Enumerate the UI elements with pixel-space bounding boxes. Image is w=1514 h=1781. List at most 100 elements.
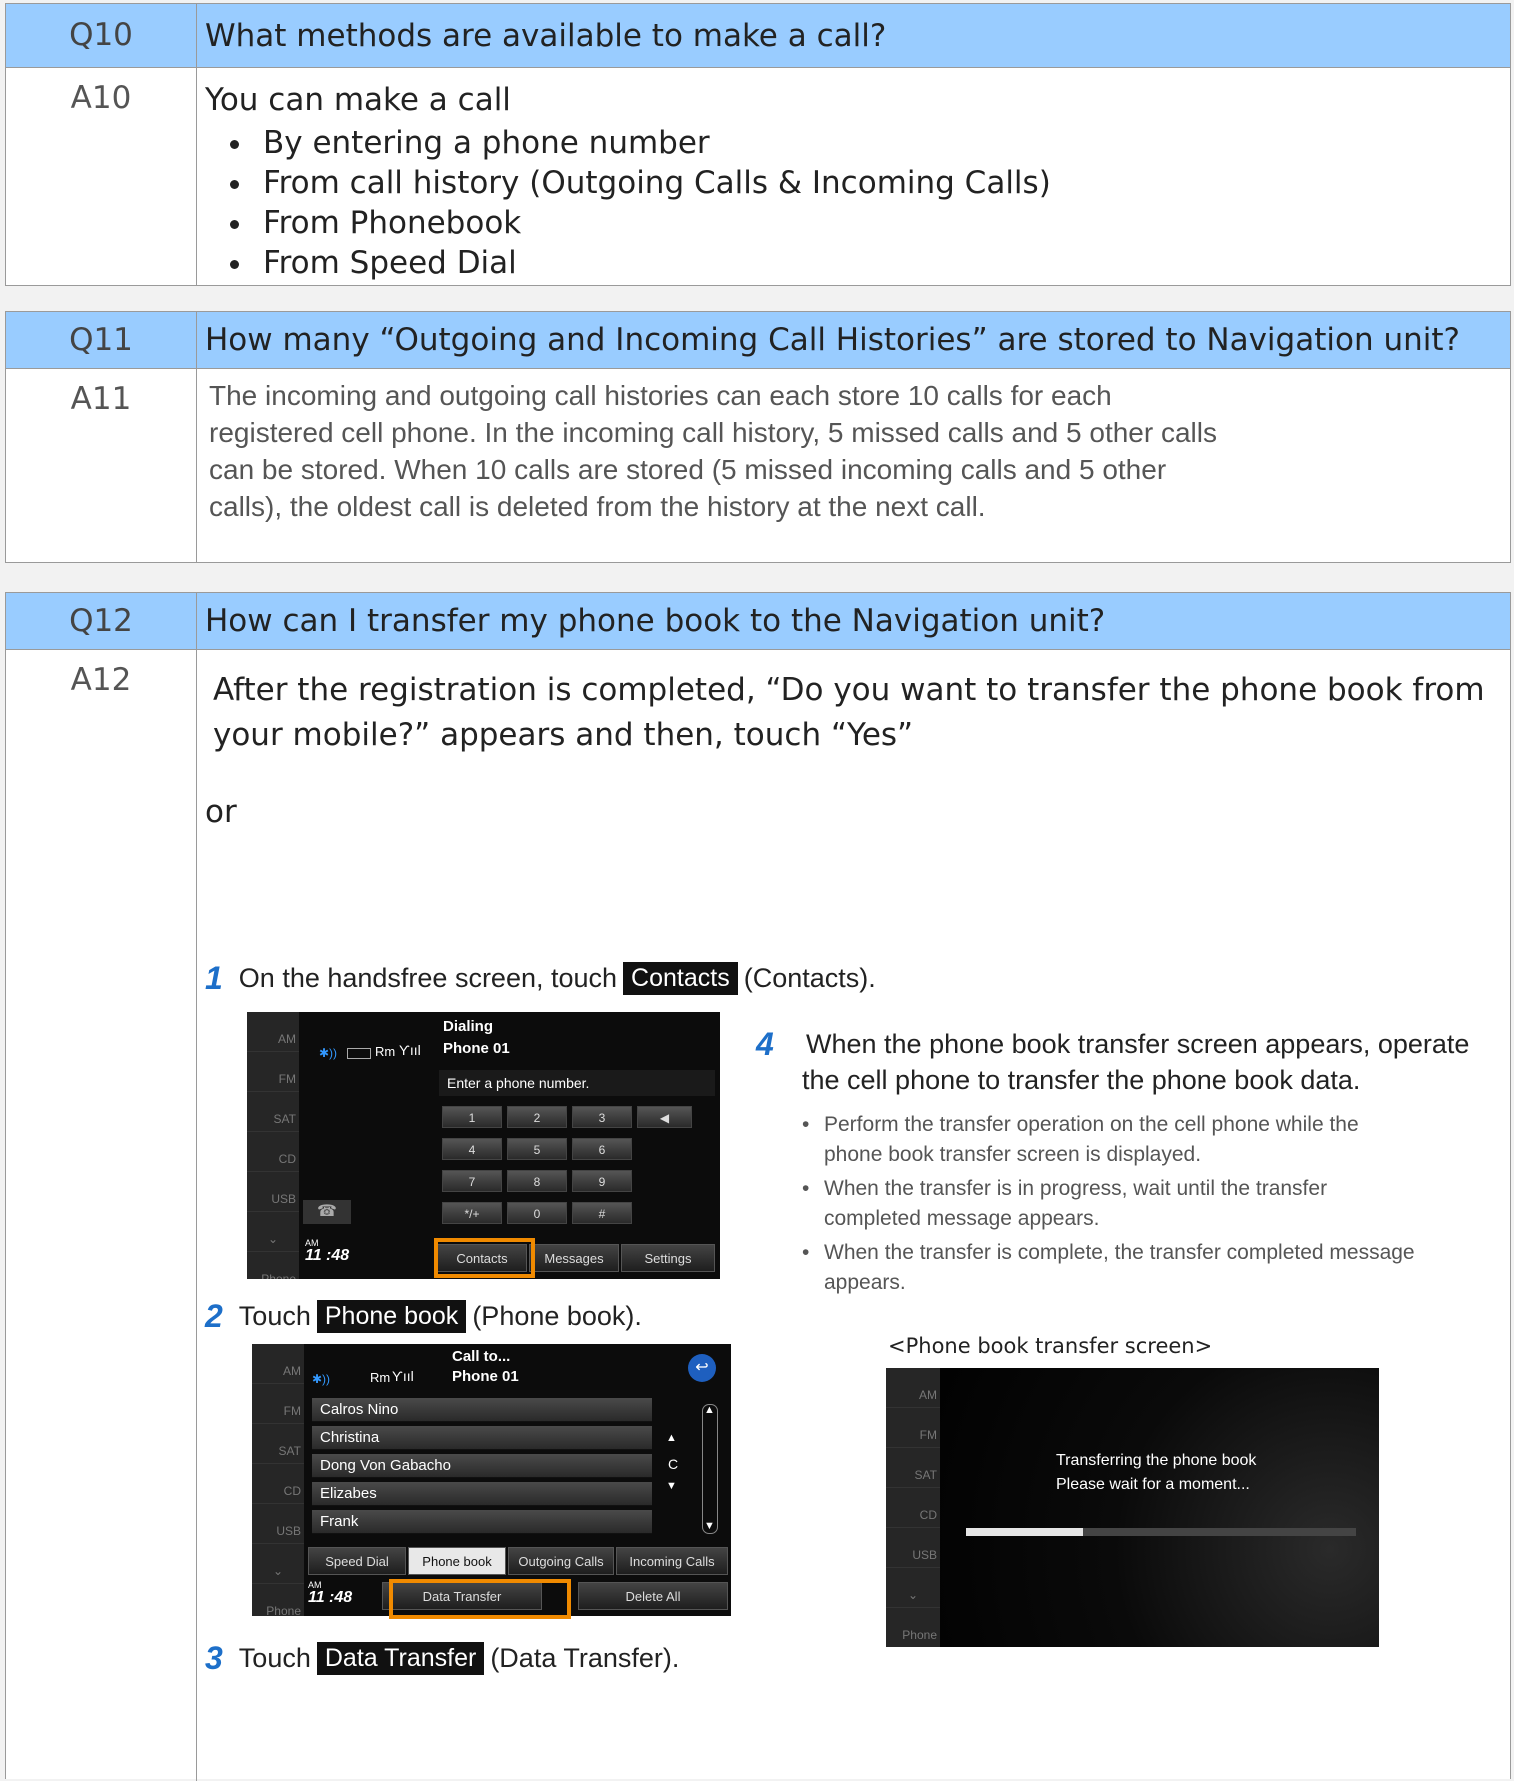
source-sidebar: AM FM SAT CD USB ⌄ Phone [886,1368,940,1647]
key-5[interactable]: 5 [507,1138,567,1160]
usb-icon: USB [252,1504,304,1544]
question-row: Q10 What methods are available to make a… [6,4,1510,68]
scroll-up-icon[interactable]: ▲ [704,1404,715,1416]
question-number: Q12 [6,593,197,649]
key-2[interactable]: 2 [507,1106,567,1128]
chevron-down-icon: ⌄ [247,1212,299,1252]
tab-incoming-calls[interactable]: Incoming Calls [616,1547,728,1575]
key-0[interactable]: 0 [507,1202,567,1224]
key-1[interactable]: 1 [442,1106,502,1128]
tab-messages[interactable]: Messages [529,1244,619,1272]
step-text: When the phone book transfer screen appe… [806,1029,1470,1059]
qa-block-q10: Q10 What methods are available to make a… [5,3,1511,286]
key-star-plus[interactable]: */+ [442,1202,502,1224]
bluetooth-icon: ✱)) [312,1372,331,1386]
step-text: On the handsfree screen, touch [238,963,618,993]
backspace-key[interactable]: ◀ [637,1106,692,1128]
answer-number: A12 [6,650,197,1781]
key-hash[interactable]: # [572,1202,632,1224]
step-3: 3 Touch Data Transfer (Data Transfer). [205,1640,679,1677]
am-icon: AM [252,1344,304,1384]
list-item: From Phonebook [255,203,1510,243]
am-icon: AM [886,1368,940,1408]
note-item: Perform the transfer operation on the ce… [802,1110,1502,1170]
step-text: (Contacts). [743,963,876,993]
phone-book-chip: Phone book [316,1300,467,1333]
note-line: Perform the transfer operation on the ce… [824,1113,1359,1136]
handset-icon[interactable]: ☎ [303,1200,351,1224]
key-3[interactable]: 3 [572,1106,632,1128]
question-text: How can I transfer my phone book to the … [205,603,1106,639]
progress-fill [966,1528,1083,1536]
note-line: appears. [824,1271,906,1294]
scrollbar[interactable] [702,1404,718,1534]
answer-line: The incoming and outgoing call histories… [209,380,1112,411]
screen-title: Dialing [443,1018,494,1035]
step-text: (Phone book). [472,1301,642,1331]
step-text: Touch [238,1643,311,1673]
phone-name: Phone 01 [452,1368,519,1385]
key-8[interactable]: 8 [507,1170,567,1192]
transfer-message: Transferring the phone book [1056,1452,1257,1469]
answer-body: The incoming and outgoing call histories… [197,369,1510,563]
fm-icon: FM [252,1384,304,1424]
list-item[interactable]: Frank [312,1510,652,1534]
screen-title: Call to... [452,1348,511,1365]
list-item[interactable]: Christina [312,1426,652,1450]
tab-outgoing-calls[interactable]: Outgoing Calls [508,1547,614,1575]
answer-paragraph: your mobile?” appears and then, touch “Y… [213,717,914,753]
note-item: When the transfer is in progress, wait u… [802,1174,1502,1234]
key-7[interactable]: 7 [442,1170,502,1192]
step-number: 1 [205,960,223,996]
back-button[interactable]: ↩ [688,1354,716,1382]
answer-number: A11 [6,369,197,563]
answer-number: A10 [6,68,197,286]
or-text: or [205,794,237,830]
scroll-down-icon[interactable]: ▼ [704,1520,715,1532]
usb-icon: USB [886,1528,940,1568]
question-text: What methods are available to make a cal… [205,17,887,54]
clock: 11 :48 [305,1247,350,1264]
step-number: 4 [756,1026,774,1062]
question-number: Q11 [6,312,197,368]
number-display[interactable]: Enter a phone number. [439,1070,715,1096]
list-item[interactable]: Calros Nino [312,1398,652,1422]
answer-row: A10 You can make a call By entering a ph… [6,68,1510,286]
list-item[interactable]: Elizabes [312,1482,652,1506]
step-text: the cell phone to transfer the phone boo… [802,1065,1361,1095]
roaming-status: Rm [370,1370,391,1385]
step-text: (Data Transfer). [490,1643,680,1673]
bluetooth-icon: ✱)) [319,1046,338,1060]
key-4[interactable]: 4 [442,1138,502,1160]
list-item[interactable]: Dong Von Gabacho [312,1454,652,1478]
list-item: From Speed Dial [255,243,1510,283]
chevron-down-icon: ⌄ [252,1544,304,1584]
answer-row: A11 The incoming and outgoing call histo… [6,369,1510,563]
step-2: 2 Touch Phone book (Phone book). [205,1298,642,1335]
question-row: Q12 How can I transfer my phone book to … [6,593,1510,650]
phone-name: Phone 01 [443,1040,510,1057]
cd-icon: CD [247,1132,299,1172]
tab-settings[interactable]: Settings [621,1244,715,1272]
key-9[interactable]: 9 [572,1170,632,1192]
clock: 11 :48 [308,1589,353,1606]
index-down-button[interactable]: ▼ [666,1480,677,1492]
question-number: Q10 [6,4,197,67]
step-text: Touch [238,1301,311,1331]
cd-icon: CD [886,1488,940,1528]
data-transfer-chip: Data Transfer [316,1642,485,1675]
answer-line: calls), the oldest call is deleted from … [209,491,986,522]
usb-icon: USB [247,1172,299,1212]
index-up-button[interactable]: ▲ [666,1432,677,1444]
step-1: 1 On the handsfree screen, touch Contact… [205,960,876,997]
am-icon: AM [247,1012,299,1052]
key-6[interactable]: 6 [572,1138,632,1160]
tab-speed-dial[interactable]: Speed Dial [308,1547,406,1575]
source-sidebar: AM FM SAT CD USB ⌄ Phone [247,1012,299,1279]
qa-block-q11: Q11 How many “Outgoing and Incoming Call… [5,311,1511,563]
delete-all-button[interactable]: Delete All [578,1582,728,1610]
list-item: By entering a phone number [255,123,1510,163]
tab-phone-book[interactable]: Phone book [408,1547,506,1575]
step-number: 3 [205,1640,223,1676]
list-item: From call history (Outgoing Calls & Inco… [255,163,1510,203]
